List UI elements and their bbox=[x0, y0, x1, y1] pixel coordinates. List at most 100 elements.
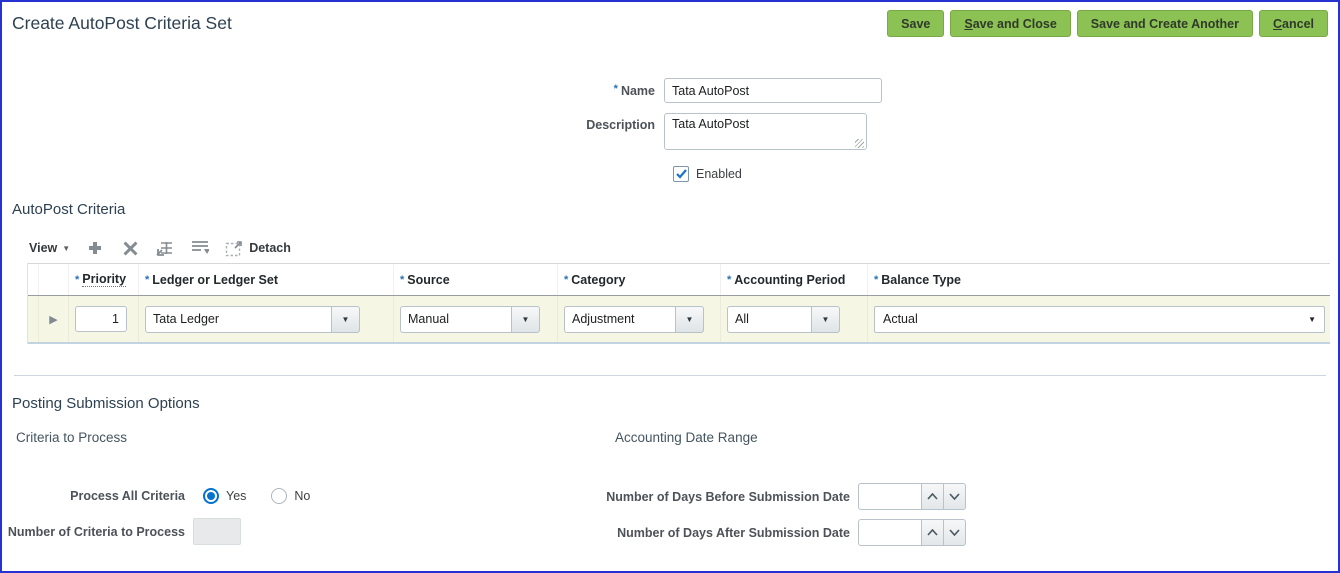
category-dropdown-button[interactable]: ▼ bbox=[675, 306, 704, 333]
days-before-spinner bbox=[858, 483, 966, 510]
resize-handle-icon[interactable] bbox=[855, 139, 864, 148]
table-header-row: *Priority *Ledger or Ledger Set *Source … bbox=[28, 263, 1330, 296]
dropdown-arrow-icon: ▼ bbox=[342, 315, 350, 324]
freeze-icon bbox=[156, 240, 174, 257]
detach-icon bbox=[225, 240, 243, 257]
checkmark-icon bbox=[676, 169, 687, 179]
column-header-ledger[interactable]: *Ledger or Ledger Set bbox=[139, 264, 394, 295]
radio-unselected-icon[interactable] bbox=[271, 488, 287, 504]
days-before-row: Number of Days Before Submission Date bbox=[602, 483, 1338, 510]
table-toolbar: View ▼ D bbox=[29, 238, 1338, 258]
chevron-down-icon bbox=[949, 493, 960, 500]
dropdown-arrow-icon: ▼ bbox=[522, 315, 530, 324]
days-before-label: Number of Days Before Submission Date bbox=[602, 490, 850, 504]
save-and-create-another-button[interactable]: Save and Create Another bbox=[1077, 10, 1253, 37]
priority-input[interactable] bbox=[75, 306, 127, 332]
query-by-example-icon bbox=[191, 240, 209, 256]
accounting-period-combobox[interactable]: All ▼ bbox=[727, 306, 840, 333]
radio-selected-icon[interactable] bbox=[203, 488, 219, 504]
days-before-input[interactable] bbox=[858, 483, 922, 510]
radio-option-no[interactable]: No bbox=[271, 488, 310, 504]
save-and-close-button[interactable]: Save and Close bbox=[950, 10, 1070, 37]
page-title: Create AutoPost Criteria Set bbox=[12, 10, 232, 34]
save-button[interactable]: Save bbox=[887, 10, 944, 37]
enabled-checkbox[interactable] bbox=[673, 166, 689, 182]
accounting-date-range-panel: Accounting Date Range Number of Days Bef… bbox=[602, 430, 1338, 546]
chevron-up-icon bbox=[927, 529, 938, 536]
days-after-label: Number of Days After Submission Date bbox=[602, 526, 850, 540]
column-header-priority[interactable]: *Priority bbox=[69, 264, 139, 295]
dropdown-arrow-icon: ▼ bbox=[1308, 315, 1316, 324]
enabled-row: Enabled bbox=[673, 166, 1338, 182]
number-of-criteria-row: Number of Criteria to Process bbox=[2, 518, 602, 545]
description-textarea[interactable]: Tata AutoPost bbox=[664, 113, 867, 150]
row-header-cell bbox=[28, 264, 39, 295]
name-input[interactable] bbox=[664, 78, 882, 103]
page-header: Create AutoPost Criteria Set Save Save a… bbox=[2, 2, 1338, 37]
process-all-criteria-label: Process All Criteria bbox=[2, 489, 185, 503]
number-of-criteria-input bbox=[193, 518, 241, 545]
wrap-text-button[interactable] bbox=[190, 238, 210, 258]
enabled-label: Enabled bbox=[696, 167, 742, 181]
dropdown-arrow-icon: ▼ bbox=[822, 315, 830, 324]
view-menu-button[interactable]: View ▼ bbox=[29, 241, 70, 255]
balance-type-select[interactable]: Actual ▼ bbox=[874, 306, 1325, 333]
description-row: Description Tata AutoPost bbox=[2, 113, 1338, 153]
add-row-button[interactable] bbox=[85, 238, 105, 258]
posting-options-columns: Criteria to Process Process All Criteria… bbox=[2, 430, 1338, 546]
days-after-input[interactable] bbox=[858, 519, 922, 546]
ledger-dropdown-button[interactable]: ▼ bbox=[331, 306, 360, 333]
column-header-accounting-period[interactable]: *Accounting Period bbox=[721, 264, 868, 295]
accounting-period-dropdown-button[interactable]: ▼ bbox=[811, 306, 840, 333]
criteria-to-process-heading: Criteria to Process bbox=[16, 430, 602, 445]
ledger-cell: Tata Ledger ▼ bbox=[139, 296, 394, 342]
process-all-criteria-row: Process All Criteria Yes No bbox=[2, 488, 602, 504]
description-label: Description bbox=[2, 113, 664, 132]
cancel-button[interactable]: Cancel bbox=[1259, 10, 1328, 37]
column-header-source[interactable]: *Source bbox=[394, 264, 558, 295]
name-row: *Name bbox=[2, 78, 1338, 103]
autopost-criteria-heading: AutoPost Criteria bbox=[12, 201, 1338, 218]
source-combobox[interactable]: Manual ▼ bbox=[400, 306, 540, 333]
spinner-up-button[interactable] bbox=[921, 519, 944, 546]
table-row[interactable]: ▶ Tata Ledger ▼ Manual ▼ Adjustment ▼ bbox=[28, 296, 1330, 344]
days-after-row: Number of Days After Submission Date bbox=[602, 519, 1338, 546]
criteria-to-process-panel: Criteria to Process Process All Criteria… bbox=[2, 430, 602, 546]
chevron-down-icon bbox=[949, 529, 960, 536]
name-label: *Name bbox=[2, 78, 664, 98]
days-after-spinner bbox=[858, 519, 966, 546]
chevron-down-icon: ▼ bbox=[62, 244, 70, 253]
row-expand-cell[interactable]: ▶ bbox=[39, 296, 69, 342]
category-combobox[interactable]: Adjustment ▼ bbox=[564, 306, 704, 333]
accounting-date-range-heading: Accounting Date Range bbox=[615, 430, 1338, 445]
source-cell: Manual ▼ bbox=[394, 296, 558, 342]
spinner-down-button[interactable] bbox=[943, 519, 966, 546]
process-all-criteria-radio-group: Yes No bbox=[203, 488, 310, 504]
accounting-period-cell: All ▼ bbox=[721, 296, 868, 342]
delete-row-button[interactable] bbox=[120, 238, 140, 258]
detach-button[interactable]: Detach bbox=[225, 240, 291, 257]
row-expand-icon[interactable]: ▶ bbox=[49, 313, 57, 326]
chevron-up-icon bbox=[927, 493, 938, 500]
balance-type-cell: Actual ▼ bbox=[868, 296, 1330, 342]
ledger-combobox[interactable]: Tata Ledger ▼ bbox=[145, 306, 360, 333]
column-header-balance-type[interactable]: *Balance Type bbox=[868, 264, 1330, 295]
source-dropdown-button[interactable]: ▼ bbox=[511, 306, 540, 333]
freeze-column-button[interactable] bbox=[155, 238, 175, 258]
header-form: *Name Description Tata AutoPost Enabled bbox=[2, 78, 1338, 182]
plus-icon bbox=[87, 240, 103, 256]
section-separator bbox=[14, 375, 1326, 376]
row-header-cell bbox=[39, 264, 69, 295]
radio-option-yes[interactable]: Yes bbox=[203, 488, 246, 504]
x-icon bbox=[123, 241, 138, 256]
dropdown-arrow-icon: ▼ bbox=[686, 315, 694, 324]
column-header-category[interactable]: *Category bbox=[558, 264, 721, 295]
spinner-down-button[interactable] bbox=[943, 483, 966, 510]
posting-submission-options-heading: Posting Submission Options bbox=[12, 395, 1338, 412]
create-autopost-criteria-set-page: Create AutoPost Criteria Set Save Save a… bbox=[0, 0, 1340, 573]
priority-cell bbox=[69, 296, 139, 342]
number-of-criteria-label: Number of Criteria to Process bbox=[2, 525, 185, 539]
action-button-bar: Save Save and Close Save and Create Anot… bbox=[887, 10, 1328, 37]
row-header-cell bbox=[28, 296, 39, 342]
spinner-up-button[interactable] bbox=[921, 483, 944, 510]
